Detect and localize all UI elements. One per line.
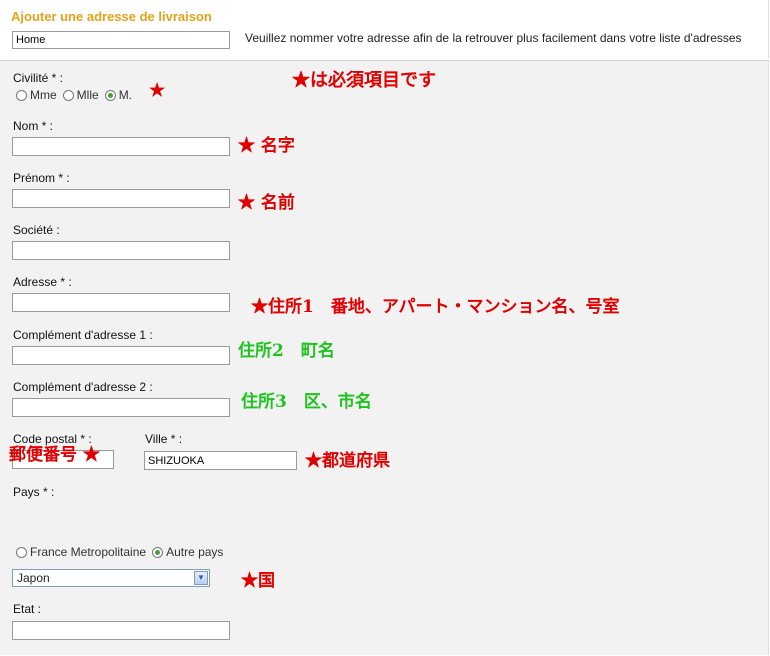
nom-annotation: ★ 名字 <box>238 136 295 156</box>
ville-label: Ville * : <box>145 432 183 446</box>
civility-label: Civilité * : <box>13 71 64 85</box>
complement1-annotation: 住所2 町名 <box>238 341 335 361</box>
page-title: Ajouter une adresse de livraison <box>11 9 212 24</box>
radio-mme[interactable] <box>16 89 27 101</box>
radio-mlle[interactable] <box>62 89 74 101</box>
pays-radio-group: France Metropolitaine Autre pays <box>16 545 229 559</box>
postal-annotation: 郵便番号 ★ <box>9 445 100 465</box>
country-annotation: ★国 <box>241 571 275 591</box>
radio-mme-label: Mme <box>30 88 57 102</box>
prenom-input[interactable] <box>12 189 230 208</box>
societe-input[interactable] <box>12 241 230 260</box>
radio-france[interactable] <box>16 546 27 558</box>
radio-m-label: M. <box>118 88 133 102</box>
radio-m[interactable] <box>104 89 116 101</box>
radio-autre-pays[interactable] <box>152 546 164 558</box>
alias-hint: Veuillez nommer votre adresse afin de la… <box>245 31 742 45</box>
radio-mlle-label: Mlle <box>76 88 99 102</box>
societe-label: Société : <box>13 223 60 237</box>
required-note-annotation: ★は必須項目です <box>292 70 436 91</box>
adresse-annotation-prefix: ★住所1 番地、アパート・マンション名、号室 <box>251 292 620 317</box>
complement1-input[interactable] <box>12 346 230 365</box>
complement1-label: Complément d'adresse 1 : <box>13 328 153 342</box>
complement2-annotation: 住所3 区、市名 <box>241 392 372 412</box>
radio-france-label: France Metropolitaine <box>30 545 147 559</box>
complement2-label: Complément d'adresse 2 : <box>13 380 153 394</box>
chevron-down-icon[interactable]: ▼ <box>194 571 208 585</box>
complement2-input[interactable] <box>12 398 230 417</box>
ville-annotation: ★都道府県 <box>305 451 390 471</box>
prenom-label: Prénom * : <box>13 171 70 185</box>
alias-input[interactable] <box>12 31 230 49</box>
civility-star-annotation: ★ <box>149 80 166 101</box>
pays-label: Pays * : <box>13 485 55 499</box>
adresse-label: Adresse * : <box>13 275 72 289</box>
nom-label: Nom * : <box>13 119 54 133</box>
ville-input[interactable] <box>144 451 297 470</box>
etat-label: Etat : <box>13 602 42 616</box>
country-select-value: Japon <box>17 571 50 585</box>
country-select[interactable]: Japon ▼ <box>12 569 210 587</box>
adresse-annotation: ★住所1 番地、アパート・マンション名、号室 <box>251 297 620 317</box>
adresse-input[interactable] <box>12 293 230 312</box>
radio-autre-pays-label: Autre pays <box>166 545 224 559</box>
prenom-annotation: ★ 名前 <box>238 193 295 213</box>
etat-input[interactable] <box>12 621 230 640</box>
nom-input[interactable] <box>12 137 230 156</box>
civility-radio-group: Mme Mlle M. <box>16 88 138 102</box>
